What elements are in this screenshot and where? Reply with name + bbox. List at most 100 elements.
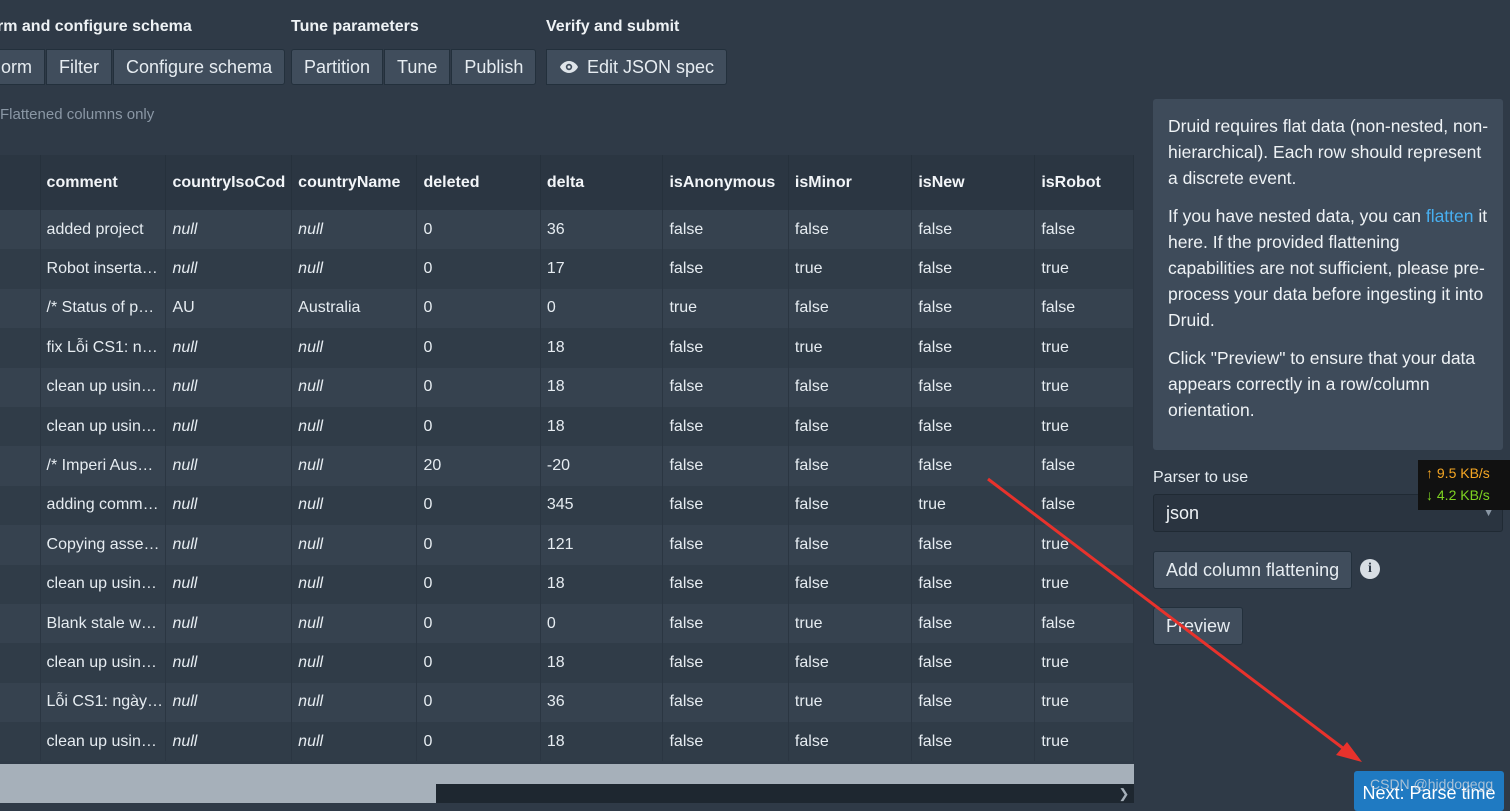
table-cell: false — [911, 603, 1036, 644]
table-cell: false — [911, 328, 1036, 368]
table-cell: false — [662, 643, 789, 683]
configure-schema-button[interactable]: Configure schema — [113, 49, 286, 85]
table-cell: AU — [165, 288, 293, 329]
table-row: clean up usin… null null 0 18 false false false… — [0, 564, 1134, 604]
table-cell: /* Status of p… — [40, 288, 167, 329]
table-cell: null — [291, 603, 418, 644]
edit-json-spec-button[interactable]: Edit JSON spec — [546, 49, 728, 85]
info-paragraph-2: If you have nested data, you can flatten… — [1168, 203, 1489, 333]
table-row: adding comm… null null 0 345 false false true fa… — [0, 485, 1134, 526]
column-header[interactable]: comment — [40, 155, 167, 210]
table-cell: clean up usin… — [40, 406, 167, 447]
table-cell: 18 — [540, 564, 664, 604]
preview-button[interactable]: Preview — [1153, 607, 1244, 645]
column-header[interactable]: isMinor — [788, 155, 913, 210]
publish-button[interactable]: Publish — [451, 49, 537, 85]
table-cell: fix Lỗi CS1: n… — [40, 328, 167, 368]
table-cell — [0, 722, 41, 762]
table-cell: 18 — [540, 367, 664, 407]
table-cell — [0, 446, 41, 486]
table-cell: false — [788, 643, 913, 683]
transform-button[interactable]: orm — [0, 49, 45, 85]
table-cell: null — [291, 249, 418, 289]
table-cell: false — [788, 367, 913, 407]
table-cell: true — [788, 603, 913, 644]
table-cell: 0 — [416, 367, 541, 407]
table-row: Lỗi CS1: ngày… null null 0 36 false true false t… — [0, 682, 1134, 723]
info-icon[interactable]: i — [1360, 559, 1380, 579]
table-cell: true — [1034, 564, 1134, 604]
table-cell: null — [291, 485, 418, 526]
download-speed: ↓ 4.2 KB/s — [1426, 487, 1490, 503]
network-speed-overlay: ↑ 9.5 KB/s ↓ 4.2 KB/s — [1418, 460, 1510, 510]
table-cell: false — [662, 406, 789, 447]
column-header[interactable]: isRobot — [1034, 155, 1134, 210]
table-cell — [0, 406, 41, 447]
table-cell: 0 — [416, 249, 541, 289]
table-row: clean up usin… null null 0 18 false false false… — [0, 367, 1134, 407]
scroll-right-icon[interactable]: ❯ — [1114, 784, 1134, 803]
table-cell: 0 — [416, 722, 541, 762]
table-cell: true — [788, 328, 913, 368]
table-cell: added project — [40, 210, 167, 250]
table-cell: null — [165, 485, 293, 526]
step-group-tune: Tune parameters Partition Tune Publish — [291, 18, 537, 85]
verify-button-group: Edit JSON spec — [546, 49, 728, 85]
table-cell: true — [1034, 525, 1134, 565]
table-row: clean up usin… null null 0 18 false false false… — [0, 722, 1134, 762]
table-cell: Blank stale w… — [40, 603, 167, 644]
table-cell: false — [911, 446, 1036, 486]
table-cell: false — [662, 249, 789, 289]
table-cell: 0 — [416, 525, 541, 565]
table-cell — [0, 525, 41, 565]
column-header[interactable]: delta — [540, 155, 664, 210]
info-text: If you have nested data, you can — [1168, 206, 1426, 226]
table-cell: true — [1034, 406, 1134, 447]
table-cell: null — [291, 564, 418, 604]
wizard-step-bar: rm and configure schema orm Filter Confi… — [0, 0, 1510, 100]
column-header[interactable]: isNew — [911, 155, 1036, 210]
table-cell: true — [911, 485, 1036, 526]
partition-button[interactable]: Partition — [291, 49, 384, 85]
column-header[interactable]: countryIsoCod — [165, 155, 293, 210]
table-cell: false — [911, 564, 1036, 604]
table-cell: /* Imperi Aus… — [40, 446, 167, 486]
table-row: clean up usin… null null 0 18 false false false… — [0, 643, 1134, 683]
column-header[interactable] — [0, 155, 41, 210]
table-row: /* Imperi Aus… null null 20 -20 false false fal… — [0, 446, 1134, 486]
table-cell — [0, 485, 41, 526]
table-cell: false — [788, 406, 913, 447]
table-header-row: comment countryIsoCod countryName deleted de… — [0, 155, 1134, 210]
table-cell: false — [662, 722, 789, 762]
table-cell: true — [1034, 367, 1134, 407]
horizontal-scrollbar-thumb[interactable] — [436, 784, 1134, 803]
table-cell: false — [662, 210, 789, 250]
table-cell: false — [1034, 288, 1134, 329]
table-row: clean up usin… null null 0 18 false false false… — [0, 406, 1134, 447]
add-column-flattening-button[interactable]: Add column flattening — [1153, 551, 1353, 589]
filter-button[interactable]: Filter — [46, 49, 112, 85]
table-cell: 36 — [540, 682, 664, 723]
table-cell: clean up usin… — [40, 643, 167, 683]
column-header[interactable]: deleted — [416, 155, 541, 210]
column-header[interactable]: isAnonymous — [662, 155, 789, 210]
table-cell: null — [291, 367, 418, 407]
step-title-verify: Verify and submit — [546, 18, 680, 35]
step-group-transform: rm and configure schema orm Filter Confi… — [0, 18, 286, 85]
tune-button[interactable]: Tune — [384, 49, 451, 85]
annotation-arrow-head — [1336, 742, 1362, 762]
table-cell: 0 — [416, 485, 541, 526]
flatten-link[interactable]: flatten — [1426, 206, 1474, 226]
eye-icon — [560, 61, 578, 73]
flattening-info-callout: Druid requires flat data (non-nested, no… — [1153, 99, 1503, 450]
table-cell: false — [1034, 446, 1134, 486]
table-cell — [0, 328, 41, 368]
step-group-verify: Verify and submit Edit JSON spec — [546, 18, 728, 85]
table-cell: false — [788, 525, 913, 565]
table-cell: 345 — [540, 485, 664, 526]
table-cell: null — [291, 525, 418, 565]
table-cell: true — [788, 249, 913, 289]
table-cell: false — [1034, 485, 1134, 526]
flattened-columns-filter[interactable]: Flattened columns only — [0, 106, 154, 123]
column-header[interactable]: countryName — [291, 155, 418, 210]
